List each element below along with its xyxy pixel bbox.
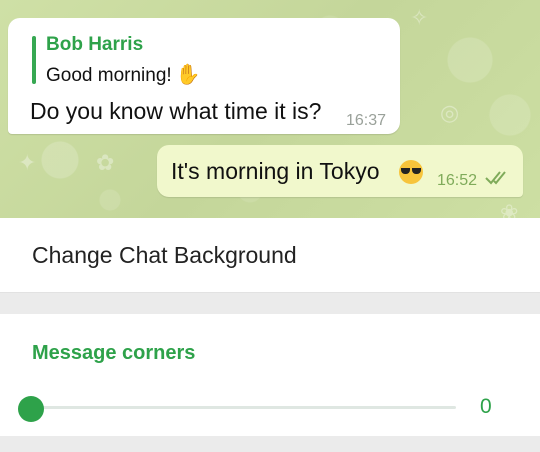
star-icon: ✦ <box>18 150 37 175</box>
section-divider <box>0 292 540 315</box>
donut-icon: ◎ <box>440 100 460 125</box>
change-background-row[interactable]: Change Chat Background <box>0 218 540 292</box>
change-background-button[interactable]: Change Chat Background <box>32 242 297 269</box>
corner-slider-value: 0 <box>480 395 492 418</box>
message-corners-section: Message corners 0 <box>0 314 540 436</box>
outgoing-message-text: It's morning in Tokyo <box>171 158 380 184</box>
chat-background-preview: ✦ ✿ ◎ ❀ ✧ Bob Harris Good morning! ✋ Do y… <box>0 0 540 225</box>
corner-slider-track[interactable] <box>32 406 456 409</box>
waving-hand-icon: ✋ <box>175 64 201 86</box>
reply-author: Bob Harris <box>46 34 144 55</box>
reply-text-label: Good morning! <box>46 65 172 86</box>
reply-text: Good morning! ✋ <box>46 62 201 87</box>
outgoing-message-time: 16:52 <box>437 172 478 189</box>
incoming-message-text: Do you know what time it is? <box>30 98 322 124</box>
section-divider-bottom <box>0 436 540 452</box>
corner-slider-thumb[interactable] <box>18 396 44 422</box>
reply-bar <box>32 36 36 84</box>
sunglasses-emoji-icon <box>399 160 423 184</box>
outgoing-message-bubble: It's morning in Tokyo 16:52 <box>157 145 523 197</box>
incoming-message-bubble: Bob Harris Good morning! ✋ Do you know wh… <box>8 18 400 134</box>
bell-icon: ✧ <box>410 5 429 30</box>
double-check-icon <box>485 171 506 185</box>
message-corners-title: Message corners <box>32 342 196 364</box>
paw-icon: ✿ <box>96 150 115 175</box>
incoming-message-time: 16:37 <box>346 112 387 129</box>
